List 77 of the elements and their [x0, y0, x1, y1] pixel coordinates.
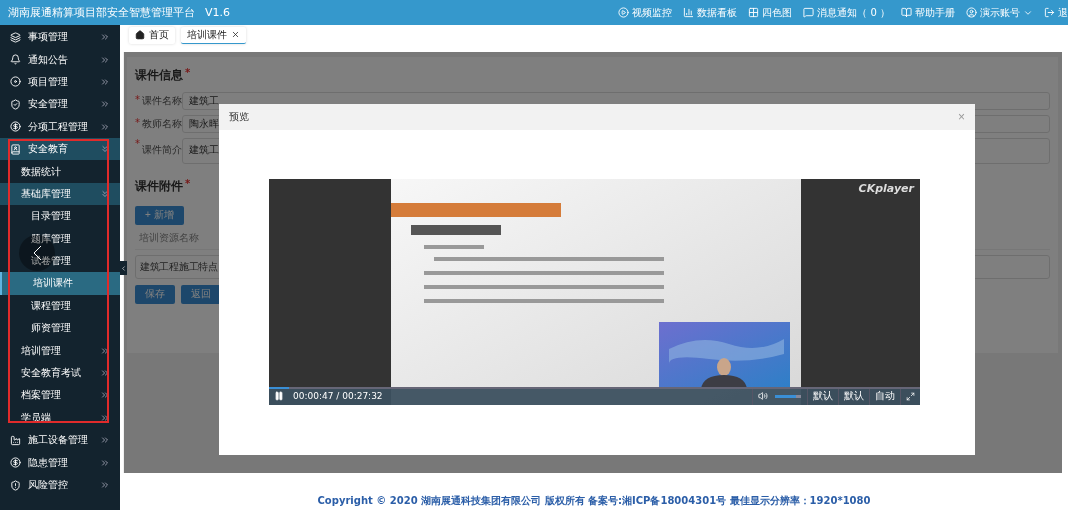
grid-icon — [748, 7, 760, 18]
section-title: 课件附件 — [135, 178, 183, 195]
bell-icon — [10, 54, 21, 66]
sidebar-item[interactable]: 培训管理 — [0, 339, 120, 362]
field-label: 课件简介 — [142, 143, 182, 157]
dialog-title: 预览 — [229, 110, 250, 124]
sidebar-item[interactable]: 隐患管理 — [0, 451, 120, 474]
chevrons-right-icon — [100, 435, 110, 446]
sidebar-item[interactable]: 安全教育考试 — [0, 361, 120, 385]
required-mark: * — [135, 138, 140, 151]
sidebar-item[interactable]: 档案管理 — [0, 384, 120, 407]
user-icon — [966, 7, 977, 18]
chevron-left-icon — [120, 264, 127, 272]
sidebar-item[interactable]: 项目管理 — [0, 70, 120, 94]
app-title: 湖南展通精算项目部安全智慧管理平台 — [8, 5, 195, 20]
home-icon — [135, 30, 145, 40]
disc-icon — [10, 76, 21, 88]
field-label: 教师名称 — [142, 117, 182, 131]
required-mark: * — [185, 178, 191, 191]
sidebar-item[interactable]: 基础库管理 — [0, 182, 120, 206]
required-mark: * — [135, 117, 140, 130]
sidebar-item[interactable]: 安全管理 — [0, 93, 120, 116]
dollar-coin-icon — [10, 121, 21, 133]
shield-check-icon — [10, 98, 21, 110]
player-option[interactable]: 默认 — [838, 387, 869, 405]
sidebar-item[interactable]: 题库管理 — [0, 227, 120, 250]
volume-slider[interactable] — [775, 394, 801, 398]
book-user-icon — [10, 143, 21, 155]
chevrons-down-icon — [100, 144, 110, 155]
chevrons-right-icon — [100, 368, 110, 379]
chat-icon — [803, 7, 815, 18]
bar-chart-icon — [683, 7, 695, 18]
chevrons-right-icon — [100, 480, 110, 490]
sidebar-item[interactable]: 课程管理 — [0, 294, 120, 318]
required-mark: * — [135, 94, 140, 107]
player-brand: CKplayer — [858, 182, 914, 195]
sidebar-item[interactable]: 目录管理 — [0, 205, 120, 228]
book-icon — [901, 7, 912, 18]
sidebar-item[interactable]: 施工设备管理 — [0, 429, 120, 452]
time-display: 00:00:47 / 00:27:32 — [293, 391, 384, 401]
expand-icon — [906, 391, 915, 401]
chevrons-right-icon — [100, 457, 110, 468]
collapse-handle[interactable] — [120, 261, 127, 275]
dollar-coin-icon — [10, 457, 21, 469]
chevrons-right-icon — [100, 390, 110, 401]
version-label: V1.6 — [205, 6, 231, 19]
sidebar-item[interactable]: 分项工程管理 — [0, 115, 120, 138]
sidebar-item[interactable]: 培训课件 — [0, 272, 120, 295]
tab[interactable]: 首页 — [129, 26, 175, 44]
sidebar-item[interactable]: 师资管理 — [0, 317, 120, 340]
tab[interactable]: 培训课件 — [181, 26, 246, 44]
speaker-icon — [758, 391, 768, 401]
chevrons-right-icon — [100, 412, 110, 423]
pause-icon — [274, 391, 284, 401]
sidebar-item[interactable]: 通知公告 — [0, 48, 120, 71]
field-label: 课件名称 — [142, 94, 182, 108]
chevrons-right-icon — [100, 99, 110, 110]
copyright-text: Copyright © 2020 湖南展通科技集团有限公司 版权所有 备案号:湘ICP备18004301号 最佳显示分辨率：1920*1080 — [317, 494, 871, 508]
sidebar-item[interactable]: 风险管控 — [0, 473, 120, 497]
chevrons-down-icon — [100, 188, 110, 199]
factory-icon — [10, 434, 21, 446]
sidebar-item[interactable]: 事项管理 — [0, 26, 120, 49]
shield-alert-icon — [10, 479, 21, 491]
player-option[interactable]: 自动 — [869, 387, 900, 405]
chevrons-right-icon — [100, 121, 110, 132]
player-option[interactable]: 默认 — [807, 387, 838, 405]
chevrons-right-icon — [100, 54, 110, 65]
section-title: 课件信息 — [135, 67, 183, 84]
sidebar-item[interactable]: 数据统计 — [0, 160, 120, 183]
chevrons-right-icon — [100, 76, 110, 87]
close-icon[interactable] — [231, 30, 240, 39]
required-mark: * — [185, 67, 191, 80]
logout-icon — [1044, 7, 1055, 18]
chevrons-right-icon — [100, 345, 110, 356]
layers-icon — [10, 31, 21, 43]
chevrons-right-icon — [100, 32, 110, 43]
play-circle-icon — [618, 7, 630, 18]
